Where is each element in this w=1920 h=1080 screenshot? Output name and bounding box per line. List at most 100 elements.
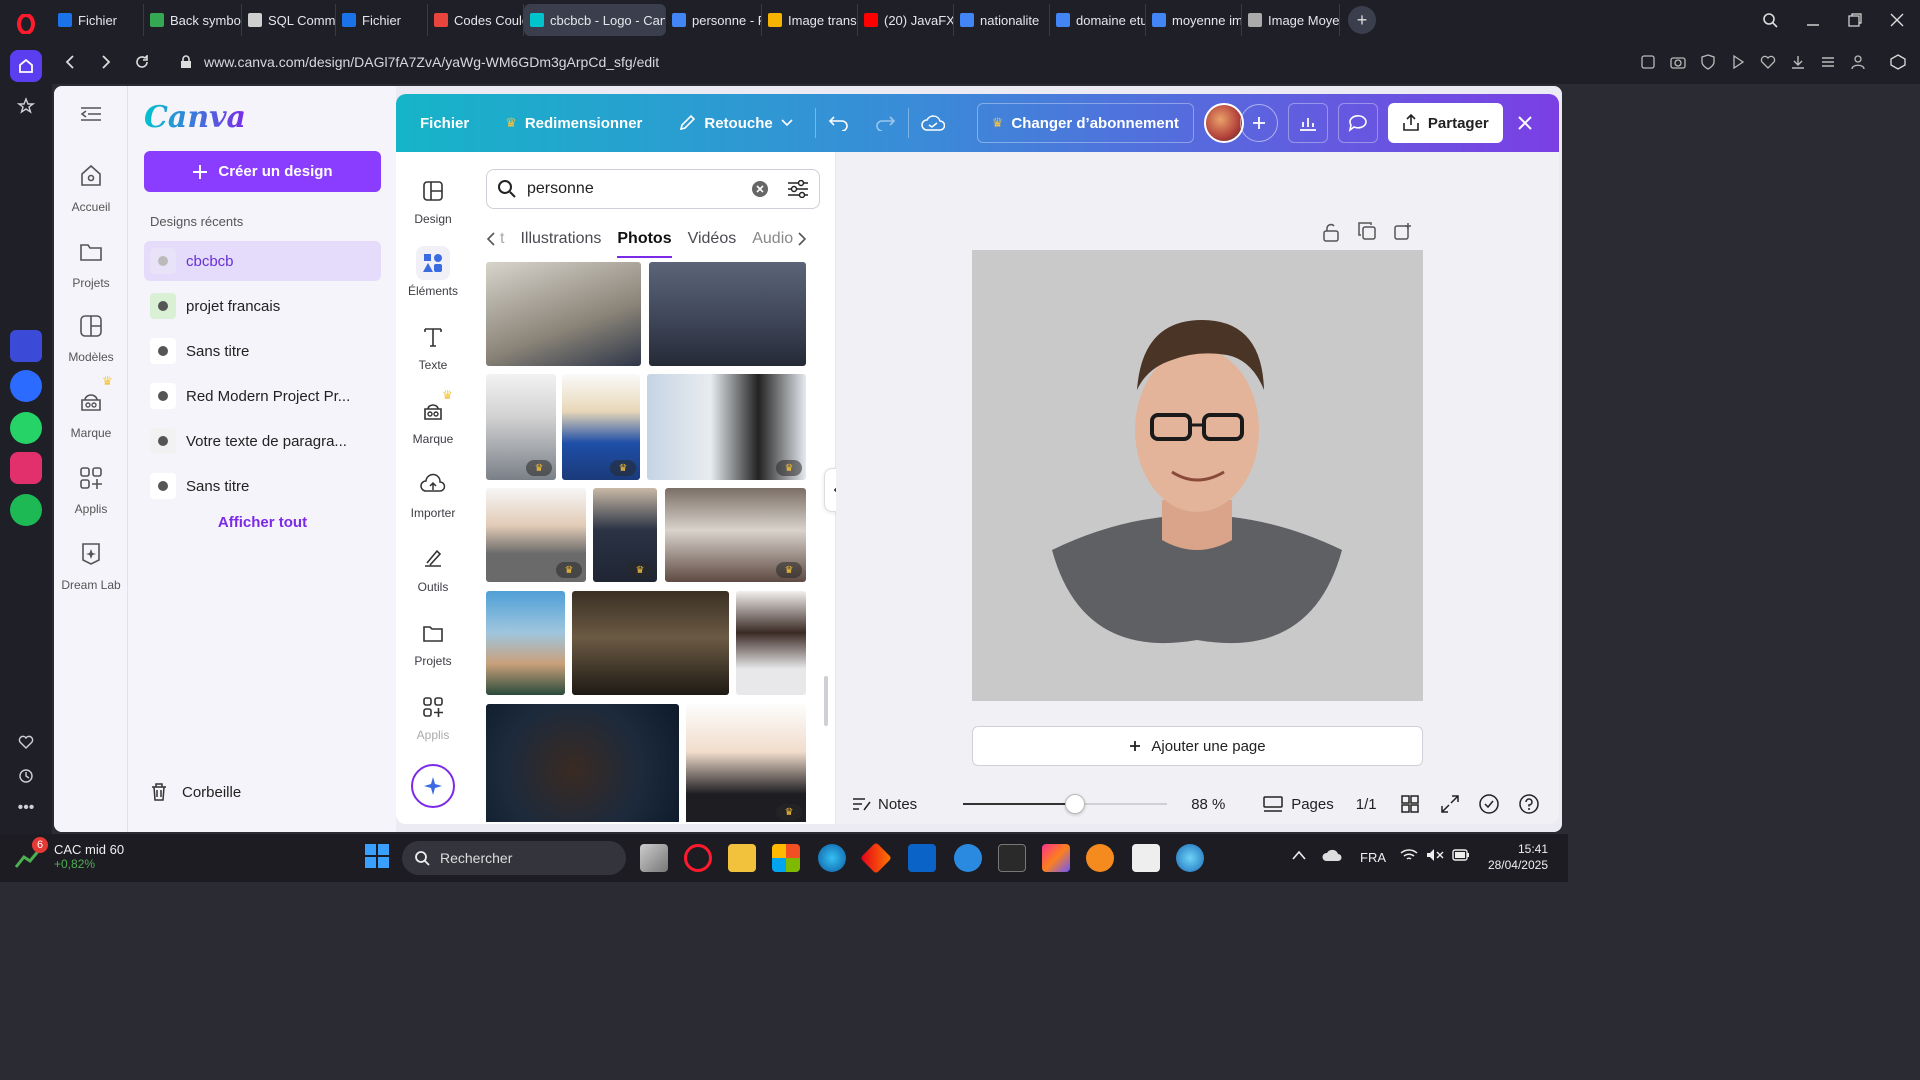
browser-tab[interactable]: Fichier [336, 4, 428, 36]
outlook-icon[interactable] [908, 844, 936, 872]
tab-audio[interactable]: Audio [752, 230, 793, 248]
browser-tab[interactable]: Image Moye [1242, 4, 1340, 36]
share-button[interactable]: Partager [1387, 103, 1503, 143]
photo-thumbnail[interactable] [486, 591, 565, 695]
search-field[interactable]: personne [486, 169, 820, 209]
pages-button[interactable]: Pages [1263, 796, 1334, 813]
object-rail-item-marque[interactable]: Marque ♛ [396, 388, 470, 446]
photo-thumbnail[interactable]: ♛ [647, 374, 806, 480]
duplicate-page-icon[interactable] [1358, 222, 1376, 242]
recent-design-item[interactable]: Sans titre [144, 331, 381, 371]
snipping-icon[interactable] [1132, 844, 1160, 872]
task-view-icon[interactable] [640, 844, 668, 872]
language-indicator[interactable]: FRA [1360, 850, 1386, 865]
stock-widget[interactable]: 6 CAC mid 60 +0,82% [14, 836, 124, 871]
person-portrait[interactable] [972, 250, 1423, 701]
more-icon[interactable]: ••• [10, 792, 42, 824]
shield-icon[interactable] [1700, 54, 1716, 70]
recent-design-item[interactable]: projet francais [144, 286, 381, 326]
design-page[interactable] [972, 250, 1423, 701]
rail-item-modèles[interactable]: Modèles [54, 306, 128, 364]
undo-icon[interactable] [816, 115, 862, 131]
orange-app-icon[interactable] [1086, 844, 1114, 872]
aria-icon[interactable] [10, 330, 42, 362]
object-rail-item-design[interactable]: Design [396, 174, 470, 226]
zoom-value[interactable]: 88 % [1191, 796, 1235, 813]
globe-app-icon[interactable] [1176, 844, 1204, 872]
play-icon[interactable] [1730, 54, 1746, 70]
browser-tab[interactable]: personne - F [666, 4, 762, 36]
recent-design-item[interactable]: Sans titre [144, 466, 381, 506]
recent-design-item[interactable]: Red Modern Project Pr... [144, 376, 381, 416]
photo-thumbnail[interactable]: ♛ [665, 488, 806, 582]
photo-thumbnail[interactable] [736, 591, 806, 695]
recent-design-item[interactable]: cbcbcb [144, 241, 381, 281]
retouch-menu[interactable]: Retouche [666, 114, 804, 132]
new-tab-button[interactable]: + [1348, 6, 1376, 34]
photo-thumbnail[interactable]: ♛ [562, 374, 640, 480]
tab-photos[interactable]: Photos [617, 230, 672, 258]
fullscreen-icon[interactable] [1440, 795, 1459, 813]
zoom-slider[interactable] [963, 794, 1168, 814]
anydesk-icon[interactable] [860, 842, 892, 874]
object-rail-item-importer[interactable]: Importer [396, 468, 470, 520]
heart-icon[interactable] [10, 726, 42, 758]
add-collaborator-button[interactable] [1239, 104, 1278, 142]
redo-icon[interactable] [862, 115, 908, 131]
object-rail-item-projets[interactable]: Projets [396, 616, 470, 668]
photo-thumbnail[interactable]: ♛ [593, 488, 657, 582]
object-rail-item-texte[interactable]: Texte [396, 320, 470, 372]
upgrade-button[interactable]: ♛ Changer d’abonnement [976, 103, 1194, 143]
edge-icon[interactable] [818, 844, 846, 872]
tray-chevron-icon[interactable] [1292, 850, 1306, 860]
opera-logo-icon[interactable] [10, 8, 42, 40]
home-icon[interactable] [10, 50, 42, 82]
browser-tab[interactable]: domaine etu [1050, 4, 1146, 36]
cloud-save-icon[interactable] [909, 115, 957, 131]
resize-button[interactable]: ♛ Redimensionner [493, 115, 654, 132]
search-input[interactable]: personne [527, 180, 741, 198]
opera-taskbar-icon[interactable] [684, 844, 712, 872]
browser-tab[interactable]: (20) JavaFX [858, 4, 954, 36]
tab-search-icon[interactable] [1762, 12, 1778, 28]
intellij-icon[interactable] [1042, 844, 1070, 872]
recent-design-item[interactable]: Votre texte de paragra... [144, 421, 381, 461]
browser-tab[interactable]: moyenne im [1146, 4, 1242, 36]
wifi-icon[interactable] [1400, 848, 1418, 862]
favorite-icon[interactable] [1760, 54, 1776, 70]
close-editor-icon[interactable] [1517, 115, 1533, 131]
trash-button[interactable]: Corbeille [150, 782, 241, 802]
browser-tab[interactable]: Back symbo [144, 4, 242, 36]
add-page-button[interactable]: Ajouter une page [972, 726, 1423, 766]
forward-icon[interactable] [88, 55, 124, 69]
rail-item-applis[interactable]: Applis [54, 458, 128, 516]
photo-thumbnail[interactable] [486, 704, 679, 822]
photo-thumbnail[interactable] [486, 262, 641, 366]
close-window-icon[interactable] [1890, 13, 1904, 27]
bookmark-star-icon[interactable] [10, 90, 42, 122]
collapse-menu-icon[interactable] [80, 106, 102, 122]
windows-start-icon[interactable] [364, 843, 390, 869]
see-all-link[interactable]: Afficher tout [144, 514, 381, 531]
restore-icon[interactable] [1848, 13, 1862, 27]
magic-sparkle-icon[interactable] [411, 764, 455, 808]
rail-item-dream-lab[interactable]: Dream Lab [54, 534, 128, 592]
spotify-icon[interactable] [10, 494, 42, 526]
browser-tab[interactable]: Image transp [762, 4, 858, 36]
rail-item-projets[interactable]: Projets [54, 232, 128, 290]
browser-tab[interactable]: SQL Comma [242, 4, 336, 36]
tab-illustrations[interactable]: Illustrations [520, 230, 601, 248]
help-app-icon[interactable] [954, 844, 982, 872]
lock-page-icon[interactable] [1322, 222, 1340, 242]
browser-tab[interactable]: nationalite [954, 4, 1050, 36]
battery-icon[interactable] [1452, 848, 1470, 862]
profile-icon[interactable] [1850, 54, 1866, 70]
tab-videos[interactable]: Vidéos [688, 230, 737, 248]
reload-icon[interactable] [124, 55, 160, 69]
tab-partial[interactable]: t [500, 230, 504, 248]
object-rail-item-éléments[interactable]: Éléments [396, 246, 470, 298]
taskbar-search[interactable]: Rechercher [402, 841, 626, 875]
check-icon[interactable] [1478, 794, 1499, 814]
store-icon[interactable] [772, 844, 800, 872]
whatsapp-icon[interactable] [10, 412, 42, 444]
